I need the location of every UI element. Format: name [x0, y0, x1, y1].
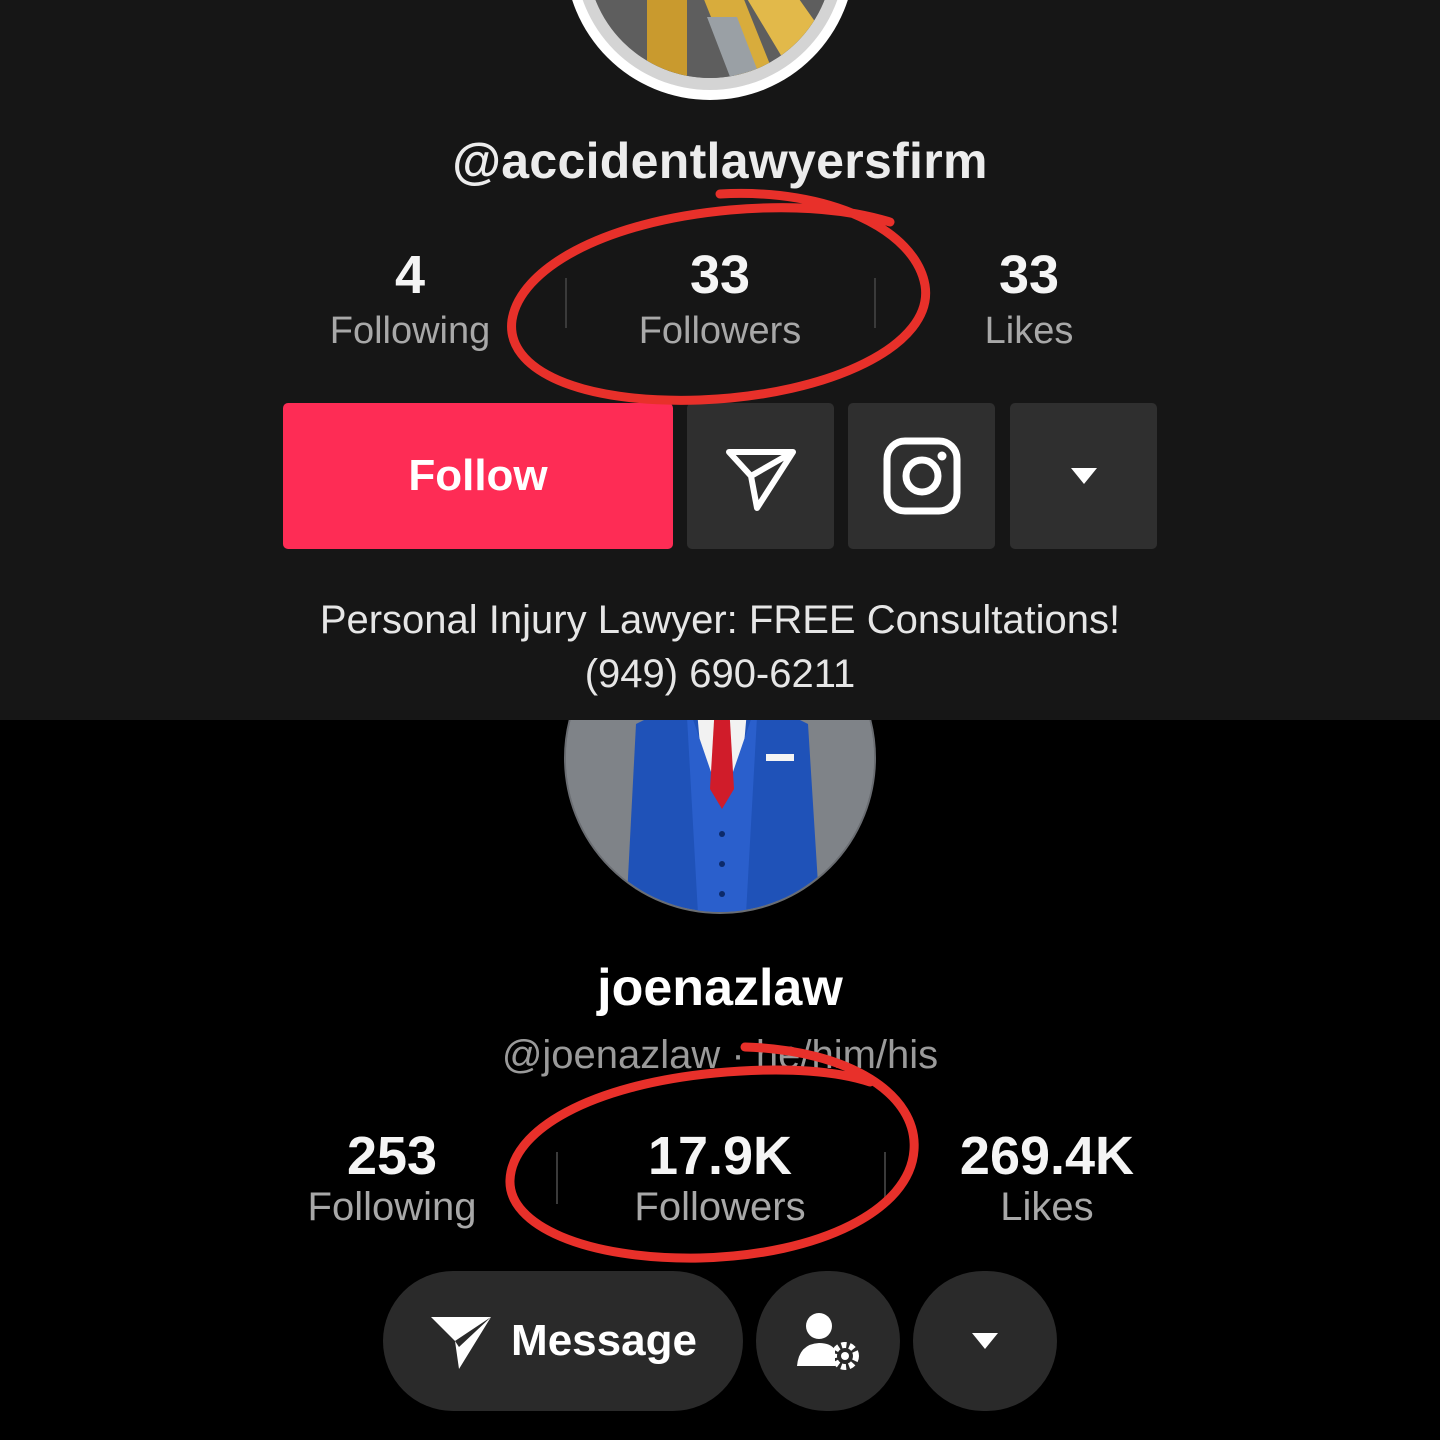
message-button[interactable]: [687, 403, 834, 549]
profile-handle: @accidentlawyersfirm: [452, 133, 988, 189]
bottom-profile-panel: joenazlaw @joenazlaw · he/him/his 253 Fo…: [0, 720, 1440, 1440]
avatar[interactable]: [565, 0, 855, 100]
following-label: Following: [329, 310, 491, 352]
more-options-button[interactable]: [1010, 403, 1157, 549]
following-label: Following: [307, 1185, 477, 1229]
more-options-button[interactable]: [913, 1271, 1057, 1411]
bio-phone: (949) 690-6211: [584, 652, 856, 696]
stat-divider: [556, 1152, 558, 1204]
message-label: Message: [511, 1316, 697, 1365]
likes-count: 269.4K: [959, 1126, 1135, 1186]
likes-label: Likes: [1000, 1185, 1094, 1229]
message-button[interactable]: Message: [383, 1271, 743, 1411]
followers-count: 17.9K: [647, 1126, 793, 1186]
likes-count: 33: [998, 245, 1060, 305]
likes-label: Likes: [984, 310, 1074, 352]
followers-count: 33: [689, 245, 751, 305]
followers-label: Followers: [634, 1185, 806, 1229]
likes-stat[interactable]: 33 Likes: [879, 245, 1179, 353]
send-icon: [725, 449, 796, 511]
caret-down-icon: [972, 1333, 998, 1349]
profile-handle: @joenazlaw · he/him/his: [501, 1033, 939, 1077]
likes-stat[interactable]: 269.4K Likes: [897, 1126, 1197, 1230]
bio-text: Personal Injury Lawyer: FREE Consultatio…: [319, 598, 1121, 642]
follow-button[interactable]: Follow: [283, 403, 673, 549]
stat-divider: [874, 278, 876, 328]
instagram-icon: [883, 437, 960, 515]
instagram-button[interactable]: [848, 403, 995, 549]
following-count: 253: [346, 1126, 438, 1186]
friend-settings-button[interactable]: [756, 1271, 900, 1411]
caret-down-icon: [1070, 468, 1097, 484]
display-name: joenazlaw: [597, 959, 843, 1017]
followers-stat[interactable]: 33 Followers: [570, 245, 870, 353]
stat-divider: [884, 1152, 886, 1204]
followers-stat[interactable]: 17.9K Followers: [570, 1126, 870, 1230]
following-stat[interactable]: 4 Following: [260, 245, 560, 353]
profile-photo: [564, 720, 876, 914]
following-stat[interactable]: 253 Following: [242, 1126, 542, 1230]
followers-label: Followers: [638, 310, 802, 352]
law-firm-logo: [587, 0, 833, 78]
top-profile-panel: @accidentlawyersfirm 4 Following 33 Foll…: [0, 0, 1440, 720]
send-icon: [431, 1317, 492, 1369]
user-settings-icon: [797, 1313, 859, 1370]
stat-divider: [565, 278, 567, 328]
avatar[interactable]: [564, 720, 876, 914]
following-count: 4: [394, 245, 426, 305]
